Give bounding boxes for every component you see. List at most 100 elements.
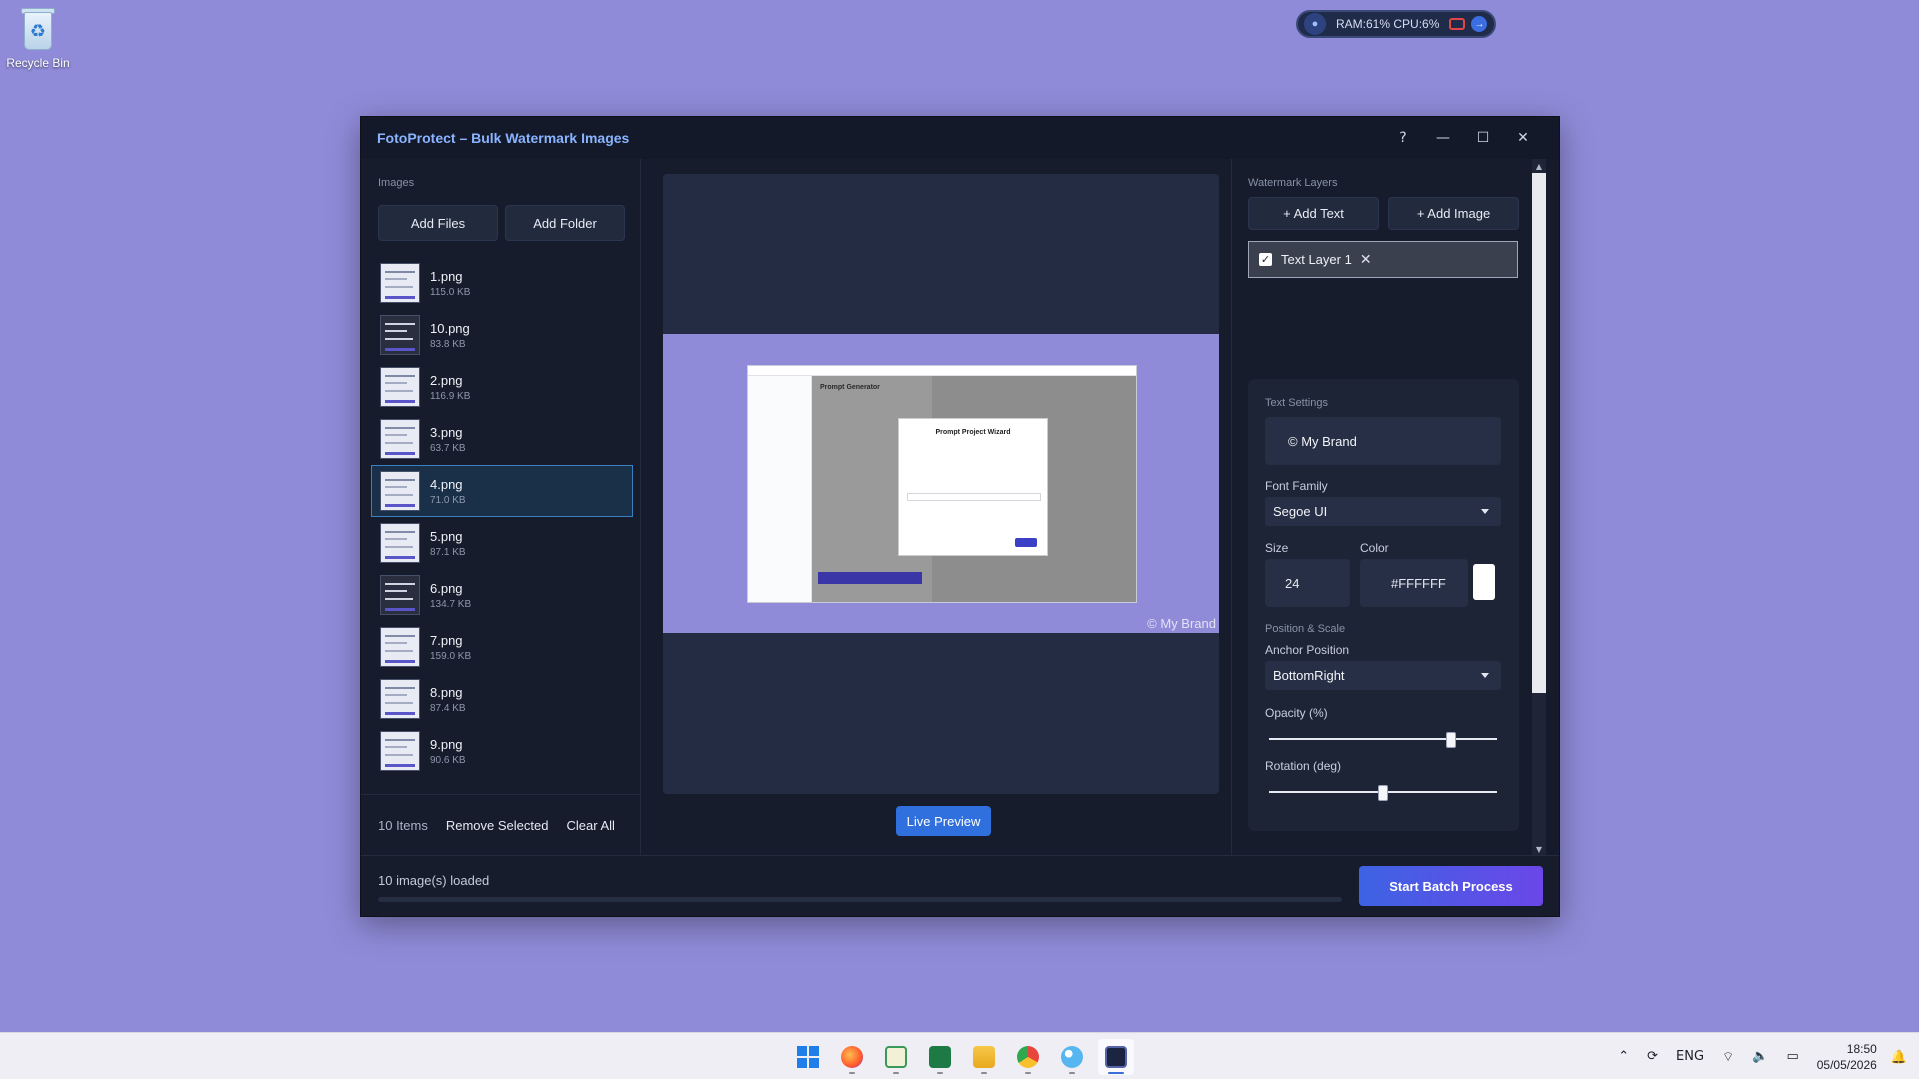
color-input[interactable]: #FFFFFF (1360, 559, 1468, 607)
file-name: 2.png (430, 372, 463, 388)
chevron-up-icon[interactable]: ⌃ (1618, 1049, 1629, 1064)
sync-icon[interactable]: ⟳ (1647, 1049, 1658, 1064)
start-button[interactable] (790, 1039, 826, 1075)
taskbar-fotoprotect[interactable] (1098, 1038, 1134, 1075)
file-name: 6.png (430, 580, 463, 596)
file-size: 71.0 KB (430, 494, 466, 506)
file-list-item[interactable]: 1.png 115.0 KB (371, 257, 633, 309)
recycle-bin[interactable]: ♻ Recycle Bin (4, 6, 72, 70)
file-size: 87.1 KB (430, 546, 466, 558)
images-label: Images (378, 177, 415, 189)
taskbar-paint[interactable] (1054, 1039, 1090, 1075)
firefox-icon (841, 1045, 863, 1068)
maximize-button[interactable]: ☐ (1463, 123, 1503, 153)
file-name: 9.png (430, 736, 463, 752)
scroll-down-icon[interactable]: ▼ (1532, 842, 1546, 856)
taskbar-firefox[interactable] (834, 1039, 870, 1075)
chevron-down-icon (1481, 673, 1489, 678)
anchor-position-select[interactable]: BottomRight (1265, 661, 1501, 690)
scrollbar-thumb[interactable] (1532, 173, 1546, 693)
add-image-button[interactable]: + Add Image (1388, 197, 1519, 230)
item-count: 10 Items (378, 818, 428, 833)
file-list-item[interactable]: 6.png 134.7 KB (371, 569, 633, 621)
record-icon[interactable] (1449, 18, 1466, 30)
rotation-slider[interactable] (1269, 785, 1497, 801)
watermark-text-input[interactable]: © My Brand (1265, 417, 1501, 465)
image-thumbnail (380, 523, 420, 563)
notification-icon[interactable]: 🔔 (1891, 1049, 1907, 1065)
live-preview-button[interactable]: Live Preview (896, 806, 991, 836)
system-monitor-widget[interactable]: ● RAM:61% CPU:6% → (1296, 10, 1496, 38)
file-list-item[interactable]: 7.png 159.0 KB (371, 621, 633, 673)
close-button[interactable]: ✕ (1503, 123, 1543, 153)
file-list-item[interactable]: 4.png 71.0 KB (371, 465, 633, 517)
add-text-button[interactable]: + Add Text (1248, 197, 1379, 230)
scroll-up-icon[interactable]: ▲ (1532, 159, 1546, 173)
title-bar[interactable]: FotoProtect – Bulk Watermark Images ? — … (361, 117, 1559, 159)
clear-all-button[interactable]: Clear All (566, 818, 614, 833)
file-size: 116.9 KB (430, 390, 471, 402)
clock[interactable]: 18:50 05/05/2026 (1817, 1041, 1877, 1073)
arrow-right-icon[interactable]: → (1471, 16, 1488, 32)
minimize-button[interactable]: — (1423, 123, 1463, 153)
file-list-item[interactable]: 2.png 116.9 KB (371, 361, 633, 413)
image-thumbnail (380, 367, 420, 407)
layer-checkbox[interactable]: ✓ (1259, 253, 1272, 266)
color-label: Color (1360, 541, 1389, 555)
rotation-label: Rotation (deg) (1265, 759, 1342, 773)
file-name: 8.png (430, 684, 463, 700)
file-name: 1.png (430, 268, 463, 284)
size-label: Size (1265, 541, 1289, 555)
layer-item[interactable]: ✓ Text Layer 1 ✕ (1248, 241, 1518, 278)
size-input[interactable]: 24 (1265, 559, 1350, 607)
image-thumbnail (380, 315, 420, 355)
start-batch-button[interactable]: Start Batch Process (1359, 866, 1543, 906)
status-bar: 10 image(s) loaded Start Batch Process (361, 855, 1559, 916)
folder-icon (973, 1045, 995, 1068)
settings-scrollbar[interactable]: ▲ ▼ (1532, 159, 1546, 856)
text-settings-card: Text Settings © My Brand Font Family Seg… (1248, 379, 1519, 831)
taskbar: ⌃ ⟳ ENG ⌔ 🔈 ▭ 18:50 05/05/2026 🔔 (0, 1032, 1919, 1079)
position-scale-label: Position & Scale (1265, 623, 1346, 635)
file-name: 10.png (430, 320, 470, 336)
windows-icon (797, 1045, 819, 1068)
taskbar-file-explorer[interactable] (966, 1039, 1002, 1075)
image-thumbnail (380, 731, 420, 771)
image-thumbnail (380, 471, 420, 511)
recycle-bin-label: Recycle Bin (6, 56, 70, 70)
language-indicator[interactable]: ENG (1676, 1049, 1704, 1064)
taskbar-chrome[interactable] (1010, 1039, 1046, 1075)
taskbar-excel[interactable] (922, 1039, 958, 1075)
preview-dialog: Prompt Project Wizard (898, 418, 1048, 556)
font-family-select[interactable]: Segoe UI (1265, 497, 1501, 526)
opacity-slider[interactable] (1269, 732, 1497, 748)
rotation-slider-handle[interactable] (1378, 785, 1388, 801)
opacity-slider-handle[interactable] (1446, 732, 1457, 748)
volume-icon[interactable]: 🔈 (1752, 1049, 1768, 1064)
window-title: FotoProtect – Bulk Watermark Images (377, 130, 630, 146)
excel-icon (929, 1045, 951, 1068)
anchor-position-value: BottomRight (1273, 668, 1345, 683)
add-files-button[interactable]: Add Files (378, 205, 498, 241)
add-folder-button[interactable]: Add Folder (505, 205, 625, 241)
remove-selected-button[interactable]: Remove Selected (446, 818, 549, 833)
file-list-item[interactable]: 8.png 87.4 KB (371, 673, 633, 725)
file-list-item[interactable]: 10.png 83.8 KB (371, 309, 633, 361)
file-list: 1.png 115.0 KB 10.png 83.8 KB 2.png 116.9 KB 3… (371, 257, 633, 777)
file-list-item[interactable]: 5.png 87.1 KB (371, 517, 633, 569)
file-name: 4.png (430, 476, 463, 492)
file-list-item[interactable]: 9.png 90.6 KB (371, 725, 633, 777)
battery-icon[interactable]: ▭ (1786, 1049, 1798, 1064)
watermark-layers-label: Watermark Layers (1248, 177, 1338, 189)
watermark-overlay: © My Brand (1147, 616, 1216, 631)
help-button[interactable]: ? (1383, 123, 1423, 153)
color-swatch[interactable] (1473, 564, 1495, 600)
status-text: 10 image(s) loaded (378, 873, 490, 888)
file-list-item[interactable]: 3.png 63.7 KB (371, 413, 633, 465)
taskbar-notepad[interactable] (878, 1039, 914, 1075)
file-size: 90.6 KB (430, 754, 466, 766)
remove-layer-icon[interactable]: ✕ (1360, 252, 1372, 268)
clock-date: 05/05/2026 (1816, 1057, 1877, 1072)
wifi-icon[interactable]: ⌔ (1722, 1049, 1734, 1065)
preview-frame: Prompt Generator Prompt Project Wizard ©… (663, 174, 1219, 794)
